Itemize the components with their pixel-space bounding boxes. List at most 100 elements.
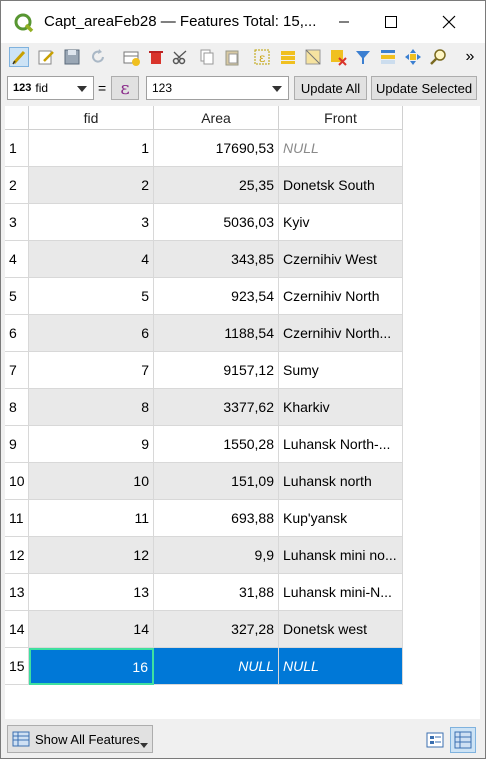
- cell-front[interactable]: Kyiv: [279, 204, 403, 241]
- select-all-button[interactable]: [278, 47, 298, 67]
- maximize-button[interactable]: [363, 1, 419, 43]
- cell-fid[interactable]: 12: [29, 537, 154, 574]
- cell-area[interactable]: 151,09: [154, 463, 279, 500]
- cell-front[interactable]: Czernihiv North: [279, 278, 403, 315]
- table-row[interactable]: 2 2 25,35 Donetsk South: [5, 167, 403, 204]
- update-all-button[interactable]: Update All: [294, 76, 367, 100]
- table-row[interactable]: 5 5 923,54 Czernihiv North: [5, 278, 403, 315]
- close-button[interactable]: [421, 1, 477, 43]
- field-select-combo[interactable]: 123 fid: [7, 76, 94, 100]
- table-row[interactable]: 7 7 9157,12 Sumy: [5, 352, 403, 389]
- cell-fid[interactable]: 11: [29, 500, 154, 537]
- cell-fid[interactable]: 4: [29, 241, 154, 278]
- cell-fid[interactable]: 2: [29, 167, 154, 204]
- cell-area[interactable]: 9,9: [154, 537, 279, 574]
- table-row[interactable]: 1 1 17690,53 NULL: [5, 130, 403, 167]
- cell-area[interactable]: 5036,03: [154, 204, 279, 241]
- cell-fid[interactable]: 5: [29, 278, 154, 315]
- row-number[interactable]: 13: [5, 574, 29, 611]
- row-number[interactable]: 8: [5, 389, 29, 426]
- cell-fid[interactable]: 1: [29, 130, 154, 167]
- toolbar-overflow-button[interactable]: »: [460, 47, 480, 67]
- expression-input[interactable]: 123: [146, 76, 289, 100]
- cell-area[interactable]: 25,35: [154, 167, 279, 204]
- cell-front[interactable]: Kharkiv: [279, 389, 403, 426]
- row-number[interactable]: 1: [5, 130, 29, 167]
- update-selected-button[interactable]: Update Selected: [371, 76, 477, 100]
- invert-selection-button[interactable]: [303, 47, 323, 67]
- paste-button[interactable]: [222, 47, 242, 67]
- cell-area[interactable]: 923,54: [154, 278, 279, 315]
- copy-button[interactable]: [197, 47, 217, 67]
- pan-to-selection-button[interactable]: [403, 47, 423, 67]
- cell-area[interactable]: 343,85: [154, 241, 279, 278]
- cell-front[interactable]: Luhansk north: [279, 463, 403, 500]
- row-number[interactable]: 12: [5, 537, 29, 574]
- add-feature-button[interactable]: [121, 47, 141, 67]
- cell-area[interactable]: NULL: [154, 648, 279, 685]
- column-header-front[interactable]: Front: [279, 106, 403, 130]
- cell-fid[interactable]: 14: [29, 611, 154, 648]
- table-row[interactable]: 3 3 5036,03 Kyiv: [5, 204, 403, 241]
- cell-area[interactable]: 31,88: [154, 574, 279, 611]
- expression-select-button[interactable]: ε: [253, 47, 273, 67]
- delete-feature-button[interactable]: [146, 47, 166, 67]
- toggle-editing-button[interactable]: [9, 47, 29, 67]
- table-row[interactable]: 13 13 31,88 Luhansk mini-N...: [5, 574, 403, 611]
- table-row[interactable]: 9 9 1550,28 Luhansk North-...: [5, 426, 403, 463]
- row-number[interactable]: 6: [5, 315, 29, 352]
- cell-fid[interactable]: 6: [29, 315, 154, 352]
- table-row[interactable]: 6 6 1188,54 Czernihiv North...: [5, 315, 403, 352]
- table-row[interactable]: 15 16 NULL NULL: [5, 648, 403, 685]
- cell-front[interactable]: Sumy: [279, 352, 403, 389]
- table-row[interactable]: 8 8 3377,62 Kharkiv: [5, 389, 403, 426]
- row-number[interactable]: 10: [5, 463, 29, 500]
- reload-button[interactable]: [88, 47, 108, 67]
- cell-area[interactable]: 3377,62: [154, 389, 279, 426]
- form-view-button[interactable]: [424, 729, 446, 751]
- column-header-area[interactable]: Area: [154, 106, 279, 130]
- vertical-scrollbar[interactable]: [480, 106, 485, 719]
- column-header-fid[interactable]: fid: [29, 106, 154, 130]
- cell-front[interactable]: NULL: [279, 130, 403, 167]
- row-number[interactable]: 11: [5, 500, 29, 537]
- table-row[interactable]: 12 12 9,9 Luhansk mini no...: [5, 537, 403, 574]
- row-number[interactable]: 14: [5, 611, 29, 648]
- move-selection-to-top-button[interactable]: [378, 47, 398, 67]
- deselect-all-button[interactable]: [328, 47, 348, 67]
- cell-front[interactable]: Czernihiv North...: [279, 315, 403, 352]
- row-number[interactable]: 5: [5, 278, 29, 315]
- cell-front[interactable]: Donetsk west: [279, 611, 403, 648]
- attribute-table[interactable]: fid Area Front 1 1 17690,53 NULL 2 2 25,35 Done…: [5, 106, 480, 719]
- cell-front[interactable]: Luhansk North-...: [279, 426, 403, 463]
- cell-front[interactable]: Donetsk South: [279, 167, 403, 204]
- table-row[interactable]: 14 14 327,28 Donetsk west: [5, 611, 403, 648]
- cell-front[interactable]: Luhansk mini no...: [279, 537, 403, 574]
- row-number[interactable]: 7: [5, 352, 29, 389]
- row-number[interactable]: 2: [5, 167, 29, 204]
- table-row[interactable]: 10 10 151,09 Luhansk north: [5, 463, 403, 500]
- row-number[interactable]: 4: [5, 241, 29, 278]
- filter-select-button[interactable]: [353, 47, 373, 67]
- cell-front[interactable]: Czernihiv West: [279, 241, 403, 278]
- table-row[interactable]: 11 11 693,88 Kup'yansk: [5, 500, 403, 537]
- multi-edit-button[interactable]: [36, 47, 56, 67]
- cell-fid[interactable]: 3: [29, 204, 154, 241]
- cell-fid[interactable]: 16: [29, 648, 154, 685]
- save-edits-button[interactable]: [62, 47, 82, 67]
- zoom-to-selection-button[interactable]: [428, 47, 448, 67]
- cell-front[interactable]: NULL: [279, 648, 403, 685]
- cell-fid[interactable]: 13: [29, 574, 154, 611]
- table-view-button[interactable]: [450, 727, 476, 753]
- cell-fid[interactable]: 9: [29, 426, 154, 463]
- cell-area[interactable]: 693,88: [154, 500, 279, 537]
- cell-fid[interactable]: 8: [29, 389, 154, 426]
- table-row[interactable]: 4 4 343,85 Czernihiv West: [5, 241, 403, 278]
- show-all-features-button[interactable]: Show All Features: [7, 725, 153, 753]
- cell-fid[interactable]: 7: [29, 352, 154, 389]
- row-number[interactable]: 3: [5, 204, 29, 241]
- cell-area[interactable]: 1188,54: [154, 315, 279, 352]
- expression-builder-button[interactable]: ε: [111, 76, 139, 100]
- cell-area[interactable]: 9157,12: [154, 352, 279, 389]
- cell-area[interactable]: 17690,53: [154, 130, 279, 167]
